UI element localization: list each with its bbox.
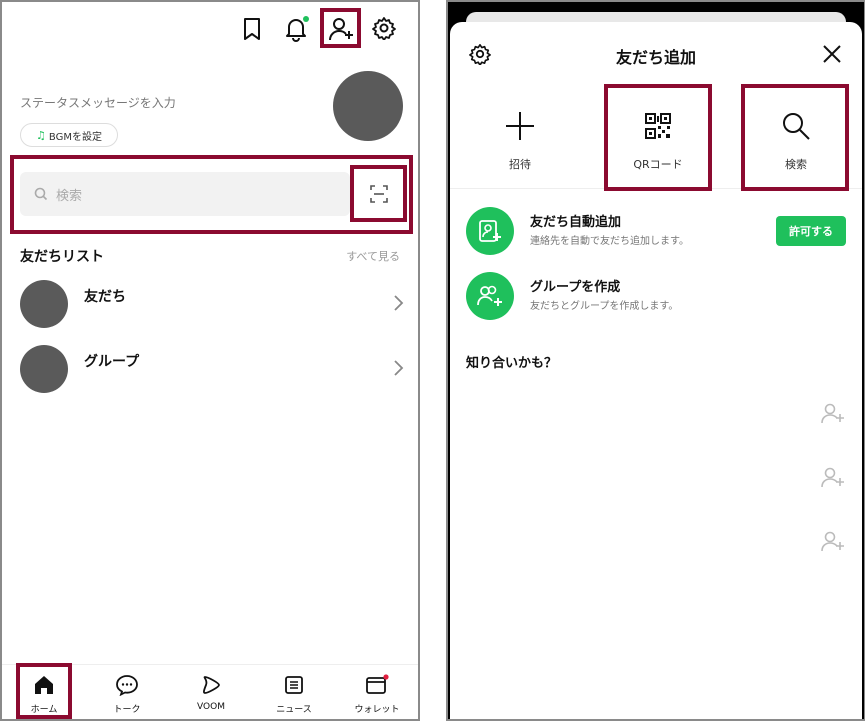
tab-wallet-label: ウォレット (354, 705, 400, 715)
status-message-input[interactable]: ステータスメッセージを入力 (20, 94, 176, 111)
add-friend-icon[interactable] (820, 466, 846, 488)
voom-icon (176, 673, 246, 697)
tab-wallet[interactable]: ウォレット (342, 673, 412, 715)
close-icon[interactable] (822, 44, 842, 64)
add-friend-icon[interactable] (820, 402, 846, 424)
add-friends-screen: 友だち追加 招待 QRコード 検索 友だち自動追加 連絡先を自動で友だち追加しま… (446, 0, 865, 721)
invite-button[interactable]: 招待 (470, 102, 570, 182)
create-group-option[interactable]: グループを作成 友だちとグループを作成します。 (466, 272, 846, 322)
invite-label: 招待 (509, 158, 531, 171)
wallet-icon (342, 673, 412, 697)
profile-avatar[interactable] (333, 71, 403, 141)
bgm-button[interactable]: ♫ BGMを設定 (20, 123, 118, 147)
page-title: 友だち追加 (615, 48, 696, 67)
list-item-label: グループ (84, 354, 140, 370)
tab-talk-label: トーク (113, 705, 141, 715)
option-title: グループを作成 (530, 280, 621, 295)
bookmark-icon[interactable] (240, 16, 264, 42)
option-title: 友だち自動追加 (530, 215, 622, 230)
tab-news-label: ニュース (276, 705, 312, 715)
list-item-label: 友だち (84, 289, 126, 305)
bgm-label: BGMを設定 (48, 131, 102, 143)
plus-icon (470, 106, 570, 146)
tab-voom[interactable]: VOOM (176, 673, 246, 712)
home-tab-highlight (16, 663, 72, 719)
list-item-friends[interactable]: 友だち (20, 280, 404, 328)
see-all-link[interactable]: すべて見る (346, 248, 400, 264)
allow-button[interactable]: 許可する (776, 216, 846, 246)
add-friend-highlight (320, 8, 361, 48)
friends-list-title: 友だちリスト (20, 249, 104, 265)
tab-talk[interactable]: トーク (92, 673, 162, 715)
tab-news[interactable]: ニュース (259, 673, 329, 715)
news-icon (259, 673, 329, 697)
avatar (20, 280, 68, 328)
scan-highlight (350, 165, 407, 222)
add-friend-icon[interactable] (820, 530, 846, 552)
search-highlight (741, 84, 849, 191)
option-description: 友だちとグループを作成します。 (530, 301, 679, 312)
auto-add-friends-option[interactable]: 友だち自動追加 連絡先を自動で友だち追加します。 許可する (466, 207, 846, 257)
create-group-icon (466, 272, 514, 320)
list-item-groups[interactable]: グループ (20, 345, 404, 393)
avatar (20, 345, 68, 393)
notification-bell-icon[interactable] (283, 16, 309, 42)
chevron-right-icon (392, 294, 404, 312)
settings-gear-icon[interactable] (372, 16, 396, 40)
auto-add-icon (466, 207, 514, 255)
chevron-right-icon (392, 359, 404, 377)
option-description: 連絡先を自動で友だち追加します。 (530, 236, 689, 247)
home-screen: ステータスメッセージを入力 ♫ BGMを設定 検索 友だちリスト すべて見る 友… (0, 0, 420, 721)
chat-icon (92, 673, 162, 697)
qr-code-highlight (604, 84, 712, 191)
tab-voom-label: VOOM (197, 702, 225, 712)
music-note-icon: ♫ (36, 128, 46, 142)
suggestions-title: 知り合いかも？ (466, 356, 558, 371)
